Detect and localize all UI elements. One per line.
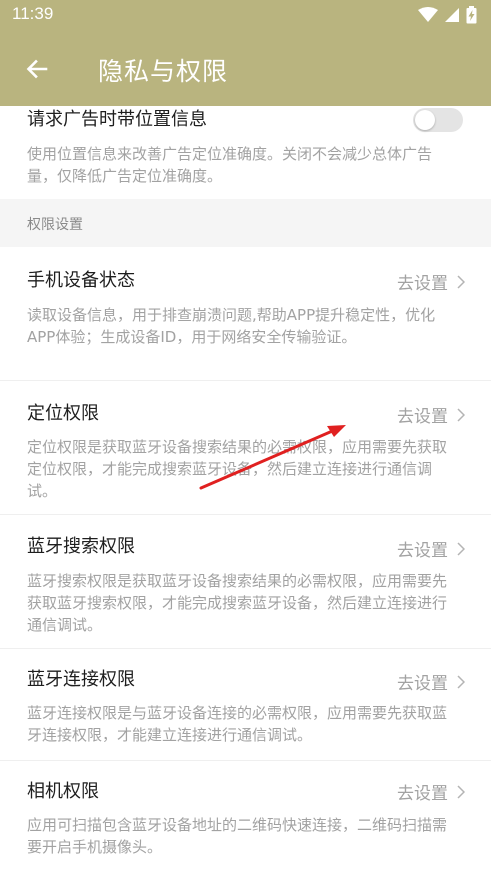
status-bar: 11:39: [0, 0, 491, 30]
permission-title: 蓝牙连接权限: [27, 669, 135, 690]
status-time: 11:39: [12, 4, 54, 23]
toggle-knob: [415, 110, 435, 130]
go-settings-button[interactable]: 去设置: [397, 402, 465, 427]
go-settings-button[interactable]: 去设置: [397, 779, 465, 804]
wifi-icon: [418, 7, 438, 22]
chevron-right-icon: [457, 407, 465, 422]
settings-list[interactable]: 请求广告时带位置信息 使用位置信息来改善广告定位准确度。关闭不会减少总体广告量，…: [0, 106, 491, 870]
permission-title: 相机权限: [27, 781, 99, 802]
go-settings-button[interactable]: 去设置: [397, 669, 465, 694]
permission-item-bluetooth-connect[interactable]: 蓝牙连接权限 去设置 蓝牙连接权限是与蓝牙设备连接的必需权限，应用需要先获取蓝牙…: [0, 649, 491, 760]
go-settings-label: 去设置: [397, 784, 448, 804]
permission-title: 手机设备状态: [27, 270, 135, 291]
permission-description: 蓝牙搜索权限是获取蓝牙设备搜索结果的必需权限，应用需要先获取蓝牙搜索权限，才能完…: [27, 572, 448, 634]
go-settings-label: 去设置: [397, 274, 448, 294]
ad-location-description: 使用位置信息来改善广告定位准确度。关闭不会减少总体广告量，仅降低广告定位准确度。: [27, 145, 433, 185]
go-settings-label: 去设置: [397, 674, 448, 694]
chevron-right-icon: [457, 784, 465, 799]
permission-item-device-state[interactable]: 手机设备状态 去设置 读取设备信息，用于排查崩溃问题,帮助APP提升稳定性，优化…: [0, 247, 491, 380]
permission-title: 蓝牙搜索权限: [27, 536, 135, 557]
ad-location-toggle[interactable]: [413, 108, 463, 132]
app-bar: 隐私与权限: [0, 30, 491, 106]
page-title: 隐私与权限: [98, 57, 229, 86]
battery-charging-icon: [466, 6, 477, 24]
go-settings-label: 去设置: [397, 541, 448, 561]
ad-location-title: 请求广告时带位置信息: [27, 109, 207, 130]
permission-item-camera[interactable]: 相机权限 去设置 应用可扫描包含蓝牙设备地址的二维码快速连接，二维码扫描需要开启…: [0, 761, 491, 870]
go-settings-label: 去设置: [397, 407, 448, 427]
permission-description: 蓝牙连接权限是与蓝牙设备连接的必需权限，应用需要先获取蓝牙连接权限，才能建立连接…: [27, 704, 448, 744]
section-label: 权限设置: [27, 217, 83, 233]
permission-item-bluetooth-scan[interactable]: 蓝牙搜索权限 去设置 蓝牙搜索权限是获取蓝牙设备搜索结果的必需权限，应用需要先获…: [0, 515, 491, 648]
chevron-right-icon: [457, 674, 465, 689]
ad-location-item: 请求广告时带位置信息 使用位置信息来改善广告定位准确度。关闭不会减少总体广告量，…: [0, 106, 491, 199]
status-icons: [418, 5, 477, 25]
permission-item-location[interactable]: 定位权限 去设置 定位权限是获取蓝牙设备搜索结果的必需权限，应用需要先获取定位权…: [0, 381, 491, 514]
permission-description: 定位权限是获取蓝牙设备搜索结果的必需权限，应用需要先获取定位权限，才能完成搜索蓝…: [27, 438, 448, 500]
permission-title: 定位权限: [27, 403, 99, 424]
permission-description: 应用可扫描包含蓝牙设备地址的二维码快速连接，二维码扫描需要开启手机摄像头。: [27, 816, 448, 856]
chevron-right-icon: [457, 541, 465, 556]
permission-description: 读取设备信息，用于排查崩溃问题,帮助APP提升稳定性，优化APP体验；生成设备I…: [27, 306, 436, 346]
permission-section-header: 权限设置: [0, 199, 491, 247]
arrow-left-icon: [26, 59, 48, 79]
chevron-right-icon: [457, 274, 465, 289]
go-settings-button[interactable]: 去设置: [397, 536, 465, 561]
signal-icon: [445, 8, 459, 22]
back-button[interactable]: [18, 50, 56, 88]
go-settings-button[interactable]: 去设置: [397, 269, 465, 294]
